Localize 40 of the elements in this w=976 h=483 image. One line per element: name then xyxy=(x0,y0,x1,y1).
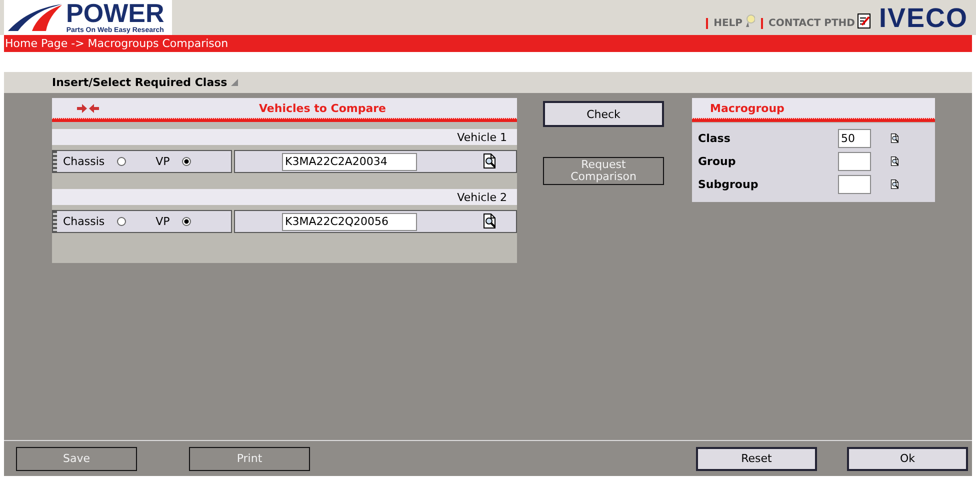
header-link[interactable]: HELP xyxy=(714,18,742,28)
vehicle-label: Vehicle 2 xyxy=(457,190,507,204)
class-field[interactable]: 50 xyxy=(838,129,871,148)
lightbulb-icon xyxy=(744,14,754,28)
grip-handle[interactable] xyxy=(53,211,57,232)
option-label: VP xyxy=(156,215,170,228)
option-label: Chassis xyxy=(63,215,105,228)
grip-handle[interactable] xyxy=(53,151,57,172)
radio-button[interactable] xyxy=(116,157,126,166)
option-label: VP xyxy=(156,155,170,168)
footer-button[interactable]: Reset xyxy=(696,446,817,470)
note-icon xyxy=(856,13,871,29)
class-field[interactable] xyxy=(838,152,871,171)
vehicle-label: Vehicle 1 xyxy=(457,130,507,144)
divider-mark xyxy=(706,18,708,28)
triangle-icon xyxy=(231,79,238,86)
class-field[interactable] xyxy=(838,175,871,194)
action-button[interactable]: Check xyxy=(543,101,664,127)
search-icon[interactable] xyxy=(482,153,498,170)
vin-field[interactable]: K3MA22C2Q20056 xyxy=(282,212,417,230)
panel-title: Macrogroup xyxy=(710,102,784,114)
logo-title: POWER xyxy=(66,0,164,26)
footer-button[interactable]: Ok xyxy=(847,446,968,470)
brand-logo: IVECO xyxy=(878,4,968,32)
section-title: Insert/Select Required Class xyxy=(52,76,228,89)
field-label: Subgroup xyxy=(698,178,760,191)
panel-title: Vehicles to Compare xyxy=(259,102,386,114)
radio-button[interactable] xyxy=(182,157,191,166)
arrows-icon xyxy=(77,104,99,112)
radio-button[interactable] xyxy=(116,217,126,226)
header-link[interactable]: CONTACT PTHD xyxy=(768,18,855,28)
swoosh-icon xyxy=(6,2,64,32)
radio-button[interactable] xyxy=(182,217,191,226)
breadcrumb: Home Page -> Macrogroups Comparison xyxy=(4,35,972,52)
field-label: Class xyxy=(698,132,732,145)
vin-field[interactable]: K3MA22C2A20034 xyxy=(282,152,417,170)
divider-mark xyxy=(760,18,762,28)
field-label: Group xyxy=(698,155,737,168)
search-icon[interactable] xyxy=(482,213,498,230)
option-label: Chassis xyxy=(63,155,105,168)
